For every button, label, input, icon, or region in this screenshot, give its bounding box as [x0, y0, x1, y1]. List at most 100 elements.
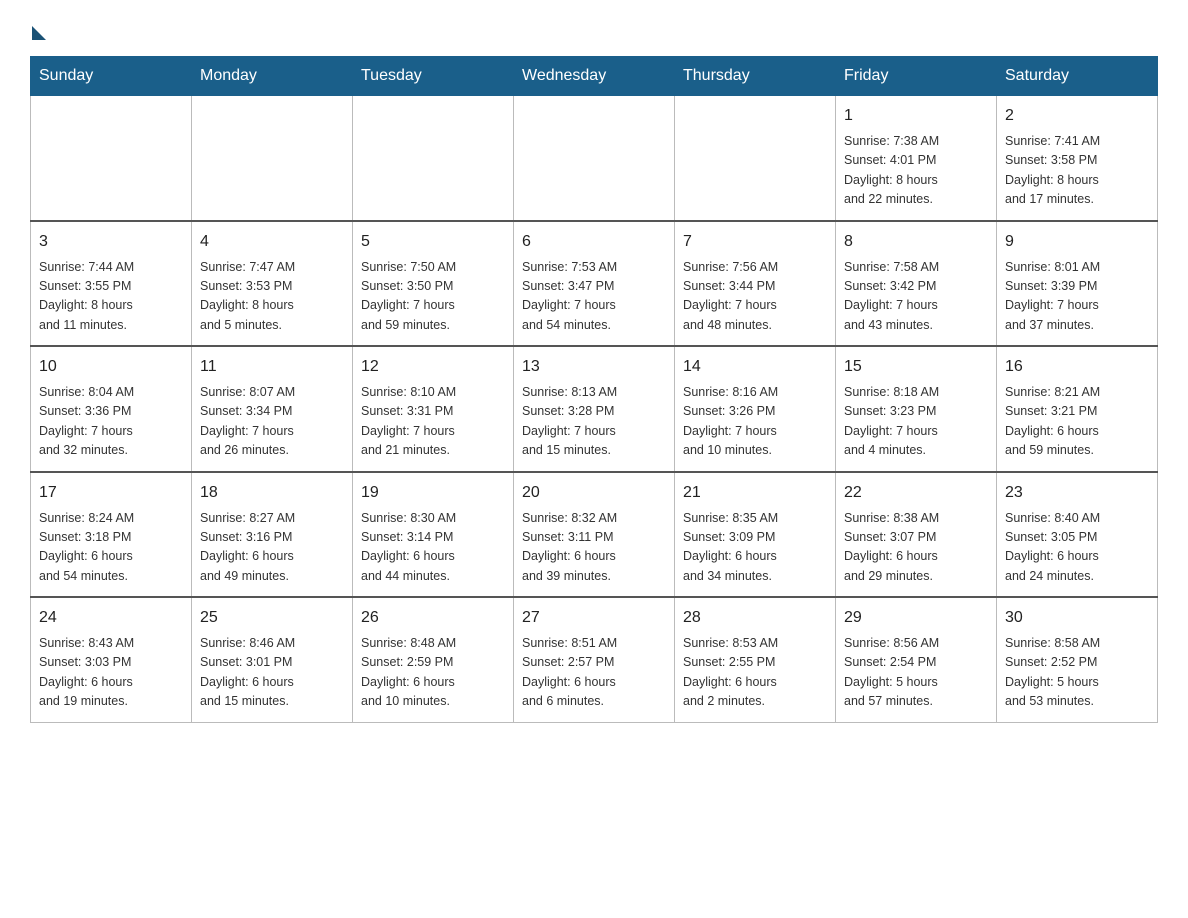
day-info: Sunrise: 8:24 AMSunset: 3:18 PMDaylight:… — [39, 509, 183, 587]
day-number: 15 — [844, 355, 988, 379]
day-info: Sunrise: 8:40 AMSunset: 3:05 PMDaylight:… — [1005, 509, 1149, 587]
weekday-header-wednesday: Wednesday — [514, 57, 675, 96]
calendar-cell: 12 Sunrise: 8:10 AMSunset: 3:31 PMDayligh… — [353, 346, 514, 472]
calendar-cell: 20 Sunrise: 8:32 AMSunset: 3:11 PMDayligh… — [514, 472, 675, 598]
day-number: 11 — [200, 355, 344, 379]
calendar-cell: 5 Sunrise: 7:50 AMSunset: 3:50 PMDaylight… — [353, 221, 514, 347]
day-number: 26 — [361, 606, 505, 630]
day-info: Sunrise: 8:53 AMSunset: 2:55 PMDaylight:… — [683, 634, 827, 712]
calendar-cell: 22 Sunrise: 8:38 AMSunset: 3:07 PMDayligh… — [836, 472, 997, 598]
day-number: 3 — [39, 230, 183, 254]
day-number: 16 — [1005, 355, 1149, 379]
calendar-cell: 16 Sunrise: 8:21 AMSunset: 3:21 PMDayligh… — [997, 346, 1158, 472]
day-info: Sunrise: 8:48 AMSunset: 2:59 PMDaylight:… — [361, 634, 505, 712]
day-number: 27 — [522, 606, 666, 630]
page-header — [30, 20, 1158, 36]
day-number: 1 — [844, 104, 988, 128]
day-info: Sunrise: 8:18 AMSunset: 3:23 PMDaylight:… — [844, 383, 988, 461]
day-number: 23 — [1005, 481, 1149, 505]
day-number: 10 — [39, 355, 183, 379]
day-number: 7 — [683, 230, 827, 254]
calendar-cell — [353, 96, 514, 221]
day-number: 18 — [200, 481, 344, 505]
calendar-cell — [192, 96, 353, 221]
calendar-week-row: 24Sunrise: 8:43 AMSunset: 3:03 PMDayligh… — [31, 597, 1158, 722]
day-info: Sunrise: 7:41 AMSunset: 3:58 PMDaylight:… — [1005, 132, 1149, 210]
day-number: 21 — [683, 481, 827, 505]
day-number: 24 — [39, 606, 183, 630]
calendar-cell — [675, 96, 836, 221]
day-number: 13 — [522, 355, 666, 379]
day-number: 29 — [844, 606, 988, 630]
day-number: 12 — [361, 355, 505, 379]
day-number: 30 — [1005, 606, 1149, 630]
calendar-table: SundayMondayTuesdayWednesdayThursdayFrid… — [30, 56, 1158, 723]
day-info: Sunrise: 8:01 AMSunset: 3:39 PMDaylight:… — [1005, 258, 1149, 336]
day-number: 25 — [200, 606, 344, 630]
day-info: Sunrise: 8:56 AMSunset: 2:54 PMDaylight:… — [844, 634, 988, 712]
day-number: 4 — [200, 230, 344, 254]
day-info: Sunrise: 7:53 AMSunset: 3:47 PMDaylight:… — [522, 258, 666, 336]
day-number: 20 — [522, 481, 666, 505]
calendar-cell: 27Sunrise: 8:51 AMSunset: 2:57 PMDayligh… — [514, 597, 675, 722]
calendar-week-row: 10 Sunrise: 8:04 AMSunset: 3:36 PMDayligh… — [31, 346, 1158, 472]
day-info: Sunrise: 8:07 AMSunset: 3:34 PMDaylight:… — [200, 383, 344, 461]
weekday-header-friday: Friday — [836, 57, 997, 96]
calendar-cell: 30 Sunrise: 8:58 AMSunset: 2:52 PMDayligh… — [997, 597, 1158, 722]
day-info: Sunrise: 8:46 AMSunset: 3:01 PMDaylight:… — [200, 634, 344, 712]
day-info: Sunrise: 8:38 AMSunset: 3:07 PMDaylight:… — [844, 509, 988, 587]
calendar-cell: 3 Sunrise: 7:44 AMSunset: 3:55 PMDaylight… — [31, 221, 192, 347]
day-info: Sunrise: 8:35 AMSunset: 3:09 PMDaylight:… — [683, 509, 827, 587]
calendar-cell — [514, 96, 675, 221]
day-info: Sunrise: 8:21 AMSunset: 3:21 PMDaylight:… — [1005, 383, 1149, 461]
calendar-cell: 17 Sunrise: 8:24 AMSunset: 3:18 PMDayligh… — [31, 472, 192, 598]
calendar-cell: 8Sunrise: 7:58 AMSunset: 3:42 PMDaylight… — [836, 221, 997, 347]
calendar-cell: 24Sunrise: 8:43 AMSunset: 3:03 PMDayligh… — [31, 597, 192, 722]
day-info: Sunrise: 8:10 AMSunset: 3:31 PMDaylight:… — [361, 383, 505, 461]
day-info: Sunrise: 8:27 AMSunset: 3:16 PMDaylight:… — [200, 509, 344, 587]
day-number: 22 — [844, 481, 988, 505]
day-number: 5 — [361, 230, 505, 254]
calendar-cell: 1Sunrise: 7:38 AMSunset: 4:01 PMDaylight… — [836, 96, 997, 221]
day-info: Sunrise: 8:32 AMSunset: 3:11 PMDaylight:… — [522, 509, 666, 587]
day-number: 19 — [361, 481, 505, 505]
day-number: 6 — [522, 230, 666, 254]
calendar-cell: 2 Sunrise: 7:41 AMSunset: 3:58 PMDaylight… — [997, 96, 1158, 221]
calendar-week-row: 17 Sunrise: 8:24 AMSunset: 3:18 PMDayligh… — [31, 472, 1158, 598]
day-info: Sunrise: 7:50 AMSunset: 3:50 PMDaylight:… — [361, 258, 505, 336]
calendar-cell: 28 Sunrise: 8:53 AMSunset: 2:55 PMDayligh… — [675, 597, 836, 722]
calendar-cell: 6 Sunrise: 7:53 AMSunset: 3:47 PMDaylight… — [514, 221, 675, 347]
day-number: 28 — [683, 606, 827, 630]
day-number: 14 — [683, 355, 827, 379]
calendar-cell: 7 Sunrise: 7:56 AMSunset: 3:44 PMDaylight… — [675, 221, 836, 347]
weekday-header-thursday: Thursday — [675, 57, 836, 96]
calendar-cell: 11 Sunrise: 8:07 AMSunset: 3:34 PMDayligh… — [192, 346, 353, 472]
calendar-cell: 23 Sunrise: 8:40 AMSunset: 3:05 PMDayligh… — [997, 472, 1158, 598]
weekday-header-row: SundayMondayTuesdayWednesdayThursdayFrid… — [31, 57, 1158, 96]
weekday-header-sunday: Sunday — [31, 57, 192, 96]
day-number: 2 — [1005, 104, 1149, 128]
day-info: Sunrise: 8:16 AMSunset: 3:26 PMDaylight:… — [683, 383, 827, 461]
day-info: Sunrise: 7:56 AMSunset: 3:44 PMDaylight:… — [683, 258, 827, 336]
calendar-cell: 14 Sunrise: 8:16 AMSunset: 3:26 PMDayligh… — [675, 346, 836, 472]
day-info: Sunrise: 7:44 AMSunset: 3:55 PMDaylight:… — [39, 258, 183, 336]
weekday-header-saturday: Saturday — [997, 57, 1158, 96]
calendar-cell: 10 Sunrise: 8:04 AMSunset: 3:36 PMDayligh… — [31, 346, 192, 472]
calendar-cell: 4 Sunrise: 7:47 AMSunset: 3:53 PMDaylight… — [192, 221, 353, 347]
day-info: Sunrise: 8:04 AMSunset: 3:36 PMDaylight:… — [39, 383, 183, 461]
calendar-cell — [31, 96, 192, 221]
day-info: Sunrise: 7:47 AMSunset: 3:53 PMDaylight:… — [200, 258, 344, 336]
day-info: Sunrise: 8:13 AMSunset: 3:28 PMDaylight:… — [522, 383, 666, 461]
day-info: Sunrise: 8:58 AMSunset: 2:52 PMDaylight:… — [1005, 634, 1149, 712]
logo — [30, 20, 46, 36]
calendar-cell: 29 Sunrise: 8:56 AMSunset: 2:54 PMDayligh… — [836, 597, 997, 722]
calendar-week-row: 1Sunrise: 7:38 AMSunset: 4:01 PMDaylight… — [31, 96, 1158, 221]
weekday-header-monday: Monday — [192, 57, 353, 96]
day-number: 17 — [39, 481, 183, 505]
day-info: Sunrise: 7:58 AMSunset: 3:42 PMDaylight:… — [844, 258, 988, 336]
calendar-cell: 26 Sunrise: 8:48 AMSunset: 2:59 PMDayligh… — [353, 597, 514, 722]
calendar-cell: 13 Sunrise: 8:13 AMSunset: 3:28 PMDayligh… — [514, 346, 675, 472]
day-info: Sunrise: 8:30 AMSunset: 3:14 PMDaylight:… — [361, 509, 505, 587]
calendar-week-row: 3 Sunrise: 7:44 AMSunset: 3:55 PMDaylight… — [31, 221, 1158, 347]
logo-arrow-icon — [32, 26, 46, 40]
